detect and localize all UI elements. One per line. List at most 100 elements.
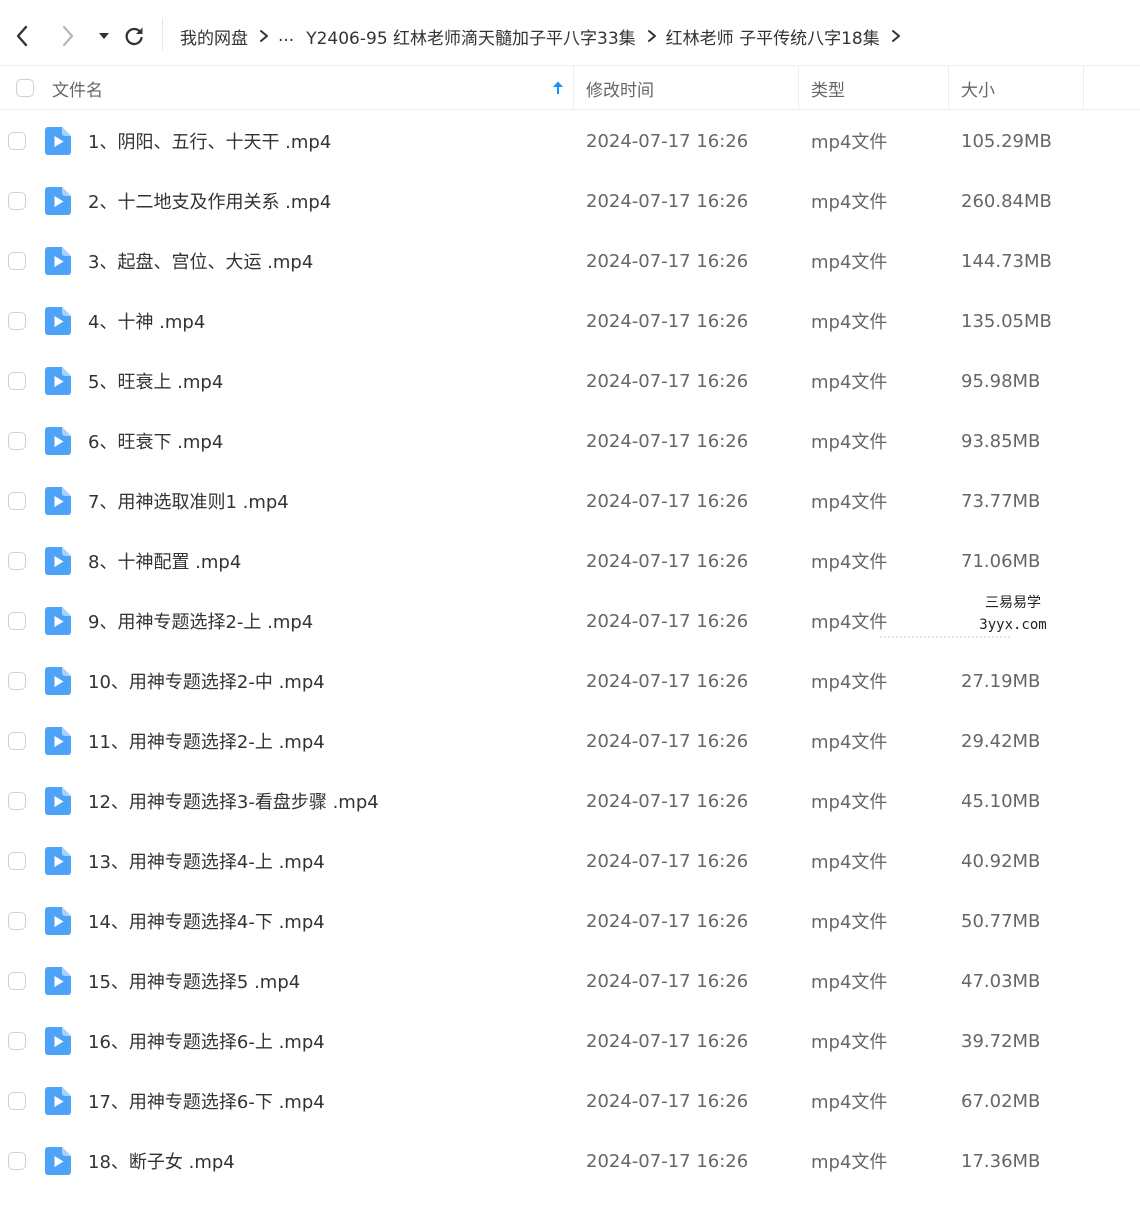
row-checkbox[interactable]	[8, 1152, 26, 1170]
file-size: 17.36MB	[961, 1150, 1041, 1172]
breadcrumb-folder-1[interactable]: Y2406-95 红林老师滴天髓加子平八字33集	[306, 24, 635, 49]
refresh-button[interactable]	[120, 20, 148, 52]
file-row[interactable]: 5、旺衰上 .mp4 2024-07-17 16:26 mp4文件 95.98MB	[0, 351, 1140, 411]
forward-button[interactable]	[54, 20, 82, 52]
file-name[interactable]: 10、用神专题选择2-中 .mp4	[88, 651, 325, 711]
file-name[interactable]: 11、用神专题选择2-上 .mp4	[88, 711, 325, 771]
row-checkbox[interactable]	[8, 432, 26, 450]
breadcrumb-folder-2[interactable]: 红林老师 子平传统八字18集	[666, 24, 880, 49]
file-size: 29.42MB	[961, 730, 1041, 752]
file-row[interactable]: 11、用神专题选择2-上 .mp4 2024-07-17 16:26 mp4文件 29…	[0, 711, 1140, 771]
file-row[interactable]: 14、用神专题选择4-下 .mp4 2024-07-17 16:26 mp4文件 50…	[0, 891, 1140, 951]
file-row[interactable]: 16、用神专题选择6-上 .mp4 2024-07-17 16:26 mp4文件 39…	[0, 1011, 1140, 1071]
file-name[interactable]: 1、阴阳、五行、十天干 .mp4	[88, 111, 331, 171]
file-size: 105.29MB	[961, 130, 1052, 152]
file-name[interactable]: 18、断子女 .mp4	[88, 1131, 235, 1191]
file-modified: 2024-07-17 16:26	[586, 550, 749, 572]
breadcrumb-root[interactable]: 我的网盘	[180, 24, 248, 49]
row-checkbox[interactable]	[8, 672, 26, 690]
file-size: 144.73MB	[961, 250, 1052, 272]
row-checkbox-cell	[8, 291, 26, 351]
row-checkbox[interactable]	[8, 1032, 26, 1050]
row-checkbox[interactable]	[8, 972, 26, 990]
row-checkbox[interactable]	[8, 132, 26, 150]
file-size: 71.06MB	[961, 550, 1041, 572]
breadcrumb-ellipsis[interactable]: ...	[278, 26, 294, 46]
file-row[interactable]: 1、阴阳、五行、十天干 .mp4 2024-07-17 16:26 mp4文件 105…	[0, 111, 1140, 171]
file-size: 50.77MB	[961, 910, 1041, 932]
row-checkbox[interactable]	[8, 612, 26, 630]
row-checkbox[interactable]	[8, 252, 26, 270]
file-row[interactable]: 12、用神专题选择3-看盘步骤 .mp4 2024-07-17 16:26 mp4文…	[0, 771, 1140, 831]
row-checkbox[interactable]	[8, 732, 26, 750]
file-size: 95.98MB	[961, 370, 1041, 392]
column-header-name[interactable]: 文件名	[52, 66, 103, 110]
column-divider[interactable]	[573, 66, 574, 110]
row-checkbox[interactable]	[8, 312, 26, 330]
file-row[interactable]: 17、用神专题选择6-下 .mp4 2024-07-17 16:26 mp4文件 67…	[0, 1071, 1140, 1131]
column-divider[interactable]	[948, 66, 949, 110]
file-type: mp4文件	[811, 972, 888, 993]
file-row[interactable]: 10、用神专题选择2-中 .mp4 2024-07-17 16:26 mp4文件 27…	[0, 651, 1140, 711]
file-type: mp4文件	[811, 252, 888, 273]
history-dropdown-button[interactable]	[90, 20, 118, 52]
file-row[interactable]: 6、旺衰下 .mp4 2024-07-17 16:26 mp4文件 93.85MB	[0, 411, 1140, 471]
row-checkbox[interactable]	[8, 792, 26, 810]
file-name[interactable]: 9、用神专题选择2-上 .mp4	[88, 591, 313, 651]
file-row[interactable]: 8、十神配置 .mp4 2024-07-17 16:26 mp4文件 71.06MB	[0, 531, 1140, 591]
file-row[interactable]: 3、起盘、宫位、大运 .mp4 2024-07-17 16:26 mp4文件 144.…	[0, 231, 1140, 291]
file-row[interactable]: 2、十二地支及作用关系 .mp4 2024-07-17 16:26 mp4文件 260…	[0, 171, 1140, 231]
back-button[interactable]	[8, 20, 36, 52]
column-divider[interactable]	[798, 66, 799, 110]
file-name[interactable]: 2、十二地支及作用关系 .mp4	[88, 171, 331, 231]
column-header-size[interactable]: 大小	[961, 66, 995, 110]
video-file-icon	[45, 231, 71, 291]
sort-ascending-icon[interactable]	[551, 66, 565, 110]
column-header-type[interactable]: 类型	[811, 66, 845, 110]
row-checkbox[interactable]	[8, 192, 26, 210]
row-checkbox[interactable]	[8, 552, 26, 570]
file-name[interactable]: 16、用神专题选择6-上 .mp4	[88, 1011, 325, 1071]
row-checkbox-cell	[8, 831, 26, 891]
video-file-icon	[45, 291, 71, 351]
file-name[interactable]: 13、用神专题选择4-上 .mp4	[88, 831, 325, 891]
file-name[interactable]: 8、十神配置 .mp4	[88, 531, 241, 591]
video-file-icon	[45, 831, 71, 891]
file-modified: 2024-07-17 16:26	[586, 310, 749, 332]
file-type: mp4文件	[811, 612, 888, 633]
row-checkbox-cell	[8, 1131, 26, 1191]
row-checkbox-cell	[8, 531, 26, 591]
file-name[interactable]: 3、起盘、宫位、大运 .mp4	[88, 231, 313, 291]
file-size: 27.19MB	[961, 670, 1041, 692]
file-name[interactable]: 7、用神选取准则1 .mp4	[88, 471, 289, 531]
file-name[interactable]: 15、用神专题选择5 .mp4	[88, 951, 300, 1011]
select-all-checkbox[interactable]	[16, 79, 34, 97]
video-file-icon	[45, 711, 71, 771]
video-file-icon	[45, 1011, 71, 1071]
file-type: mp4文件	[811, 432, 888, 453]
file-row[interactable]: 4、十神 .mp4 2024-07-17 16:26 mp4文件 135.05MB	[0, 291, 1140, 351]
row-checkbox[interactable]	[8, 912, 26, 930]
file-modified: 2024-07-17 16:26	[586, 610, 749, 632]
file-name[interactable]: 6、旺衰下 .mp4	[88, 411, 223, 471]
row-checkbox[interactable]	[8, 852, 26, 870]
file-name[interactable]: 17、用神专题选择6-下 .mp4	[88, 1071, 325, 1131]
file-name[interactable]: 4、十神 .mp4	[88, 291, 205, 351]
file-name[interactable]: 12、用神专题选择3-看盘步骤 .mp4	[88, 771, 379, 831]
row-checkbox[interactable]	[8, 492, 26, 510]
file-row[interactable]: 15、用神专题选择5 .mp4 2024-07-17 16:26 mp4文件 47.0…	[0, 951, 1140, 1011]
file-row[interactable]: 13、用神专题选择4-上 .mp4 2024-07-17 16:26 mp4文件 40…	[0, 831, 1140, 891]
row-checkbox[interactable]	[8, 372, 26, 390]
column-divider[interactable]	[1083, 66, 1084, 110]
file-modified: 2024-07-17 16:26	[586, 910, 749, 932]
row-checkbox-cell	[8, 351, 26, 411]
video-file-icon	[45, 351, 71, 411]
row-checkbox[interactable]	[8, 1092, 26, 1110]
file-row[interactable]: 7、用神选取准则1 .mp4 2024-07-17 16:26 mp4文件 73.77…	[0, 471, 1140, 531]
file-name[interactable]: 14、用神专题选择4-下 .mp4	[88, 891, 325, 951]
column-header-modified[interactable]: 修改时间	[586, 66, 654, 110]
video-file-icon	[45, 531, 71, 591]
file-name[interactable]: 5、旺衰上 .mp4	[88, 351, 223, 411]
row-checkbox-cell	[8, 771, 26, 831]
file-row[interactable]: 18、断子女 .mp4 2024-07-17 16:26 mp4文件 17.36MB	[0, 1131, 1140, 1191]
